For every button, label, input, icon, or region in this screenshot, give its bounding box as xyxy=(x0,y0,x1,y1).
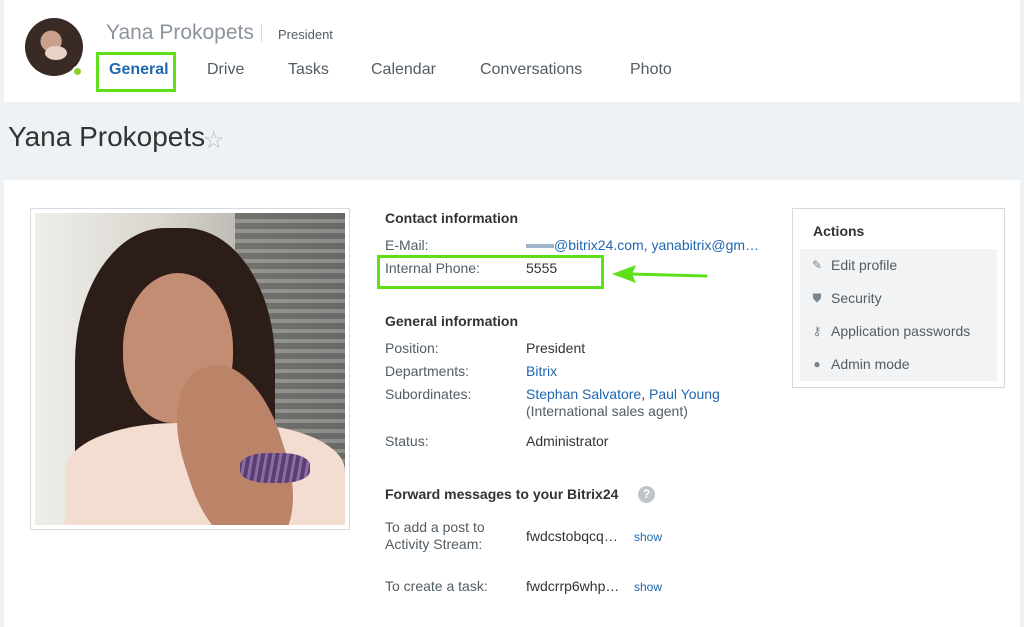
person-icon: ● xyxy=(813,357,821,371)
subordinates-value: Stephan Salvatore, Paul Young xyxy=(526,386,720,402)
security-button[interactable]: ⛊ Security xyxy=(800,282,997,315)
contact-info-title: Contact information xyxy=(385,210,518,226)
status-value: Administrator xyxy=(526,433,609,449)
phone-highlight-box xyxy=(377,255,604,289)
show-post-address-link[interactable]: show xyxy=(634,530,662,544)
actions-panel: Actions ✎ Edit profile ⛊ Security ⚷ Appl… xyxy=(792,208,1005,388)
actions-title: Actions xyxy=(813,223,865,239)
name-separator xyxy=(261,24,262,42)
star-icon[interactable]: ☆ xyxy=(203,126,225,155)
online-status-icon xyxy=(72,66,83,77)
edit-profile-button[interactable]: ✎ Edit profile xyxy=(800,249,997,282)
forward-messages-title: Forward messages to your Bitrix24 xyxy=(385,486,619,502)
task-address-label: To create a task: xyxy=(385,578,488,594)
post-address-value: fwdcstobqcq… xyxy=(526,528,618,544)
masked-email-part xyxy=(526,244,554,249)
application-passwords-button[interactable]: ⚷ Application passwords xyxy=(800,315,997,348)
shield-icon: ⛊ xyxy=(812,291,822,305)
help-icon[interactable]: ? xyxy=(638,486,655,503)
profile-photo[interactable] xyxy=(30,208,350,530)
departments-label: Departments: xyxy=(385,363,470,379)
subordinate-note: (International sales agent) xyxy=(526,403,688,419)
profile-content: Contact information E-Mail: @bitrix24.co… xyxy=(4,180,1020,627)
position-value: President xyxy=(526,340,586,356)
position-label: Position: xyxy=(385,340,439,356)
page-title: Yana Prokopets xyxy=(8,121,206,152)
tab-tasks[interactable]: Tasks xyxy=(288,52,329,92)
pointer-arrow-icon xyxy=(612,265,708,283)
pencil-icon: ✎ xyxy=(811,258,823,272)
tab-calendar[interactable]: Calendar xyxy=(371,52,436,92)
key-icon: ⚷ xyxy=(812,324,822,338)
tab-drive[interactable]: Drive xyxy=(207,52,244,92)
general-tab-highlight-box xyxy=(96,52,176,92)
general-info-title: General information xyxy=(385,313,519,329)
subordinate-link[interactable]: Stephan Salvatore xyxy=(526,386,641,402)
subordinates-label: Subordinates: xyxy=(385,386,472,402)
task-address-value: fwdcrrp6whp… xyxy=(526,578,620,594)
tab-photo[interactable]: Photo xyxy=(630,52,672,92)
status-label: Status: xyxy=(385,433,429,449)
post-address-label: To add a post to Activity Stream: xyxy=(385,519,485,552)
header-user-name: Yana Prokopets xyxy=(106,21,254,44)
profile-header: Yana Prokopets President General Drive T… xyxy=(4,0,1020,102)
show-task-address-link[interactable]: show xyxy=(634,580,662,594)
department-link[interactable]: Bitrix xyxy=(526,363,557,380)
tab-conversations[interactable]: Conversations xyxy=(480,52,582,92)
header-user-role: President xyxy=(278,27,333,42)
admin-mode-button[interactable]: ● Admin mode xyxy=(800,348,997,381)
email-label: E-Mail: xyxy=(385,237,429,253)
subordinate-link[interactable]: Paul Young xyxy=(649,386,720,402)
email-value[interactable]: @bitrix24.com, yanabitrix@gm… xyxy=(526,237,759,254)
